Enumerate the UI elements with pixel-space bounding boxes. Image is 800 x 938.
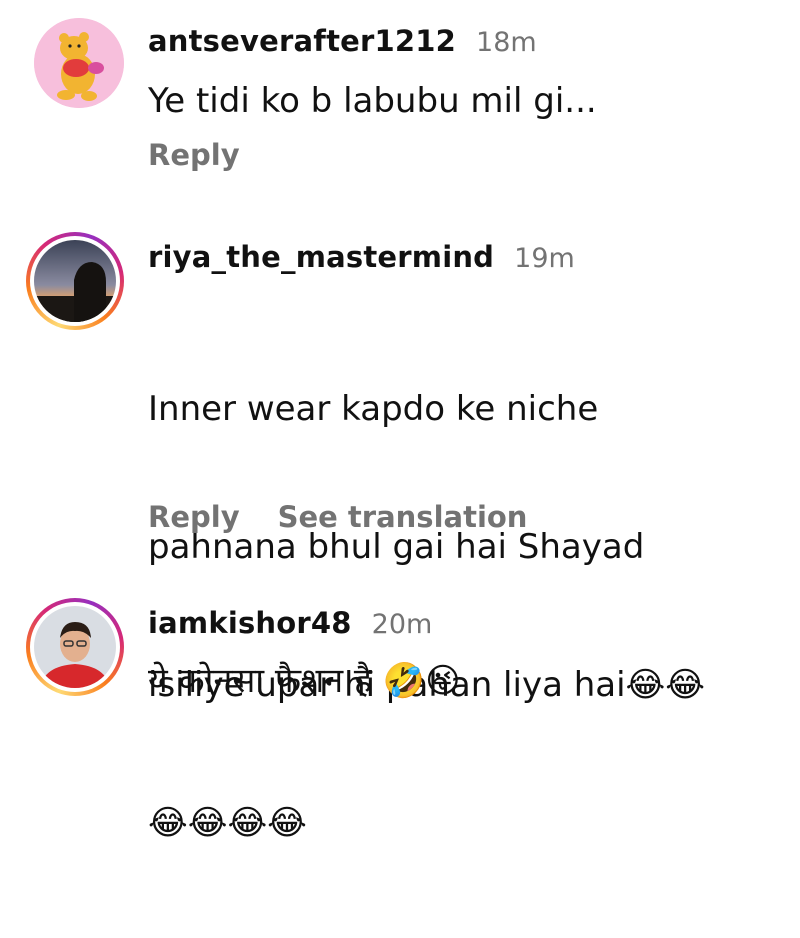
person-photo-icon xyxy=(34,606,116,688)
avatar-ring-gap xyxy=(30,602,120,692)
comment-item: iamkishor48 20m ये कोनसा फैशन है 🤣😜 xyxy=(0,0,800,710)
comment-text: ये कोनसा फैशन है 🤣😜 xyxy=(148,661,461,701)
comment-text-line: 😂😂😂😂 xyxy=(148,803,307,843)
avatar[interactable] xyxy=(26,598,124,696)
avatar-photo xyxy=(34,606,116,688)
timestamp: 20m xyxy=(371,609,433,640)
username[interactable]: iamkishor48 xyxy=(148,606,352,640)
